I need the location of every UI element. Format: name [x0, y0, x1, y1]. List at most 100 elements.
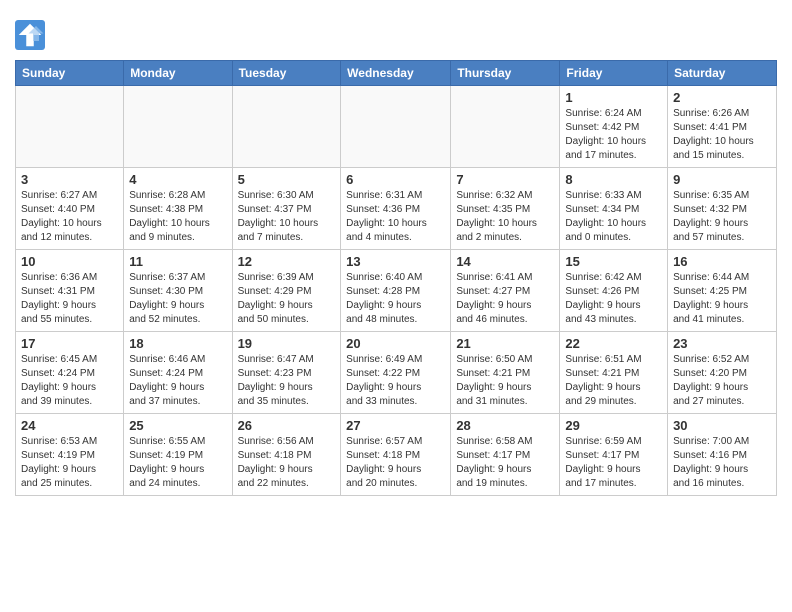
day-cell: 8 Sunrise: 6:33 AMSunset: 4:34 PMDaylight…: [560, 168, 668, 250]
col-header-saturday: Saturday: [668, 61, 777, 86]
day-number: 26: [238, 418, 336, 433]
day-number: 25: [129, 418, 226, 433]
day-info: Sunrise: 6:28 AMSunset: 4:38 PMDaylight:…: [129, 189, 226, 245]
day-info: Sunrise: 6:52 AMSunset: 4:20 PMDaylight:…: [673, 353, 771, 409]
day-cell: 14Sunrise: 6:41 AMSunset: 4:27 PMDayligh…: [451, 250, 560, 332]
day-info: Sunrise: 6:44 AMSunset: 4:25 PMDaylight:…: [673, 271, 771, 327]
day-cell: 4 Sunrise: 6:28 AMSunset: 4:38 PMDaylight…: [124, 168, 232, 250]
day-info: Sunrise: 6:36 AMSunset: 4:31 PMDaylight:…: [21, 271, 118, 327]
day-info: Sunrise: 6:55 AMSunset: 4:19 PMDaylight:…: [129, 435, 226, 491]
day-info: Sunrise: 6:31 AMSunset: 4:36 PMDaylight:…: [346, 189, 445, 245]
day-cell: 22 Sunrise: 6:51 AMSunset: 4:21 PMDayligh…: [560, 332, 668, 414]
col-header-sunday: Sunday: [16, 61, 124, 86]
day-info: Sunrise: 6:42 AMSunset: 4:26 PMDaylight:…: [565, 271, 662, 327]
page-container: SundayMondayTuesdayWednesdayThursdayFrid…: [0, 0, 792, 506]
day-number: 16: [673, 254, 771, 269]
col-header-wednesday: Wednesday: [341, 61, 451, 86]
logo: [15, 20, 48, 50]
day-number: 2: [673, 90, 771, 105]
week-row-5: 24Sunrise: 6:53 AMSunset: 4:19 PMDayligh…: [16, 414, 777, 496]
day-cell: [341, 86, 451, 168]
calendar-table: SundayMondayTuesdayWednesdayThursdayFrid…: [15, 60, 777, 496]
day-cell: 7 Sunrise: 6:32 AMSunset: 4:35 PMDaylight…: [451, 168, 560, 250]
day-cell: 15 Sunrise: 6:42 AMSunset: 4:26 PMDayligh…: [560, 250, 668, 332]
day-cell: 25 Sunrise: 6:55 AMSunset: 4:19 PMDayligh…: [124, 414, 232, 496]
day-info: Sunrise: 6:39 AMSunset: 4:29 PMDaylight:…: [238, 271, 336, 327]
day-info: Sunrise: 6:32 AMSunset: 4:35 PMDaylight:…: [456, 189, 554, 245]
col-header-friday: Friday: [560, 61, 668, 86]
day-cell: 26Sunrise: 6:56 AMSunset: 4:18 PMDayligh…: [232, 414, 341, 496]
week-row-4: 17Sunrise: 6:45 AMSunset: 4:24 PMDayligh…: [16, 332, 777, 414]
day-info: Sunrise: 6:27 AMSunset: 4:40 PMDaylight:…: [21, 189, 118, 245]
day-number: 17: [21, 336, 118, 351]
day-info: Sunrise: 6:58 AMSunset: 4:17 PMDaylight:…: [456, 435, 554, 491]
day-number: 14: [456, 254, 554, 269]
day-info: Sunrise: 6:47 AMSunset: 4:23 PMDaylight:…: [238, 353, 336, 409]
day-number: 13: [346, 254, 445, 269]
day-cell: [232, 86, 341, 168]
day-number: 30: [673, 418, 771, 433]
day-cell: [124, 86, 232, 168]
day-number: 4: [129, 172, 226, 187]
day-info: Sunrise: 6:40 AMSunset: 4:28 PMDaylight:…: [346, 271, 445, 327]
day-number: 1: [565, 90, 662, 105]
day-cell: 21 Sunrise: 6:50 AMSunset: 4:21 PMDayligh…: [451, 332, 560, 414]
day-number: 6: [346, 172, 445, 187]
day-cell: 16 Sunrise: 6:44 AMSunset: 4:25 PMDayligh…: [668, 250, 777, 332]
day-number: 5: [238, 172, 336, 187]
logo-icon: [15, 20, 45, 50]
day-cell: 3 Sunrise: 6:27 AMSunset: 4:40 PMDaylight…: [16, 168, 124, 250]
day-cell: 13 Sunrise: 6:40 AMSunset: 4:28 PMDayligh…: [341, 250, 451, 332]
day-cell: 27Sunrise: 6:57 AMSunset: 4:18 PMDayligh…: [341, 414, 451, 496]
day-info: Sunrise: 6:49 AMSunset: 4:22 PMDaylight:…: [346, 353, 445, 409]
day-number: 23: [673, 336, 771, 351]
day-number: 3: [21, 172, 118, 187]
day-cell: 11 Sunrise: 6:37 AMSunset: 4:30 PMDayligh…: [124, 250, 232, 332]
day-number: 28: [456, 418, 554, 433]
day-number: 24: [21, 418, 118, 433]
day-number: 15: [565, 254, 662, 269]
header-row: SundayMondayTuesdayWednesdayThursdayFrid…: [16, 61, 777, 86]
day-cell: 29Sunrise: 6:59 AMSunset: 4:17 PMDayligh…: [560, 414, 668, 496]
day-cell: 18Sunrise: 6:46 AMSunset: 4:24 PMDayligh…: [124, 332, 232, 414]
day-number: 18: [129, 336, 226, 351]
day-number: 22: [565, 336, 662, 351]
day-cell: 10 Sunrise: 6:36 AMSunset: 4:31 PMDayligh…: [16, 250, 124, 332]
day-info: Sunrise: 6:37 AMSunset: 4:30 PMDaylight:…: [129, 271, 226, 327]
col-header-tuesday: Tuesday: [232, 61, 341, 86]
day-cell: 24Sunrise: 6:53 AMSunset: 4:19 PMDayligh…: [16, 414, 124, 496]
day-info: Sunrise: 6:51 AMSunset: 4:21 PMDaylight:…: [565, 353, 662, 409]
day-number: 19: [238, 336, 336, 351]
day-cell: 23 Sunrise: 6:52 AMSunset: 4:20 PMDayligh…: [668, 332, 777, 414]
day-number: 8: [565, 172, 662, 187]
day-info: Sunrise: 7:00 AMSunset: 4:16 PMDaylight:…: [673, 435, 771, 491]
day-info: Sunrise: 6:30 AMSunset: 4:37 PMDaylight:…: [238, 189, 336, 245]
day-number: 12: [238, 254, 336, 269]
day-cell: 28 Sunrise: 6:58 AMSunset: 4:17 PMDayligh…: [451, 414, 560, 496]
day-cell: [16, 86, 124, 168]
day-cell: [451, 86, 560, 168]
day-number: 20: [346, 336, 445, 351]
day-cell: 20 Sunrise: 6:49 AMSunset: 4:22 PMDayligh…: [341, 332, 451, 414]
day-info: Sunrise: 6:26 AMSunset: 4:41 PMDaylight:…: [673, 107, 771, 163]
day-number: 11: [129, 254, 226, 269]
day-number: 21: [456, 336, 554, 351]
day-info: Sunrise: 6:57 AMSunset: 4:18 PMDaylight:…: [346, 435, 445, 491]
day-cell: 12 Sunrise: 6:39 AMSunset: 4:29 PMDayligh…: [232, 250, 341, 332]
week-row-1: 1 Sunrise: 6:24 AMSunset: 4:42 PMDaylight…: [16, 86, 777, 168]
day-cell: 19 Sunrise: 6:47 AMSunset: 4:23 PMDayligh…: [232, 332, 341, 414]
day-cell: 30 Sunrise: 7:00 AMSunset: 4:16 PMDayligh…: [668, 414, 777, 496]
day-info: Sunrise: 6:59 AMSunset: 4:17 PMDaylight:…: [565, 435, 662, 491]
day-info: Sunrise: 6:50 AMSunset: 4:21 PMDaylight:…: [456, 353, 554, 409]
day-cell: 6 Sunrise: 6:31 AMSunset: 4:36 PMDaylight…: [341, 168, 451, 250]
day-cell: 9Sunrise: 6:35 AMSunset: 4:32 PMDaylight…: [668, 168, 777, 250]
day-info: Sunrise: 6:33 AMSunset: 4:34 PMDaylight:…: [565, 189, 662, 245]
week-row-3: 10 Sunrise: 6:36 AMSunset: 4:31 PMDayligh…: [16, 250, 777, 332]
day-number: 10: [21, 254, 118, 269]
day-info: Sunrise: 6:24 AMSunset: 4:42 PMDaylight:…: [565, 107, 662, 163]
header: [15, 15, 777, 50]
day-cell: 5 Sunrise: 6:30 AMSunset: 4:37 PMDaylight…: [232, 168, 341, 250]
col-header-monday: Monday: [124, 61, 232, 86]
day-number: 7: [456, 172, 554, 187]
day-number: 9: [673, 172, 771, 187]
